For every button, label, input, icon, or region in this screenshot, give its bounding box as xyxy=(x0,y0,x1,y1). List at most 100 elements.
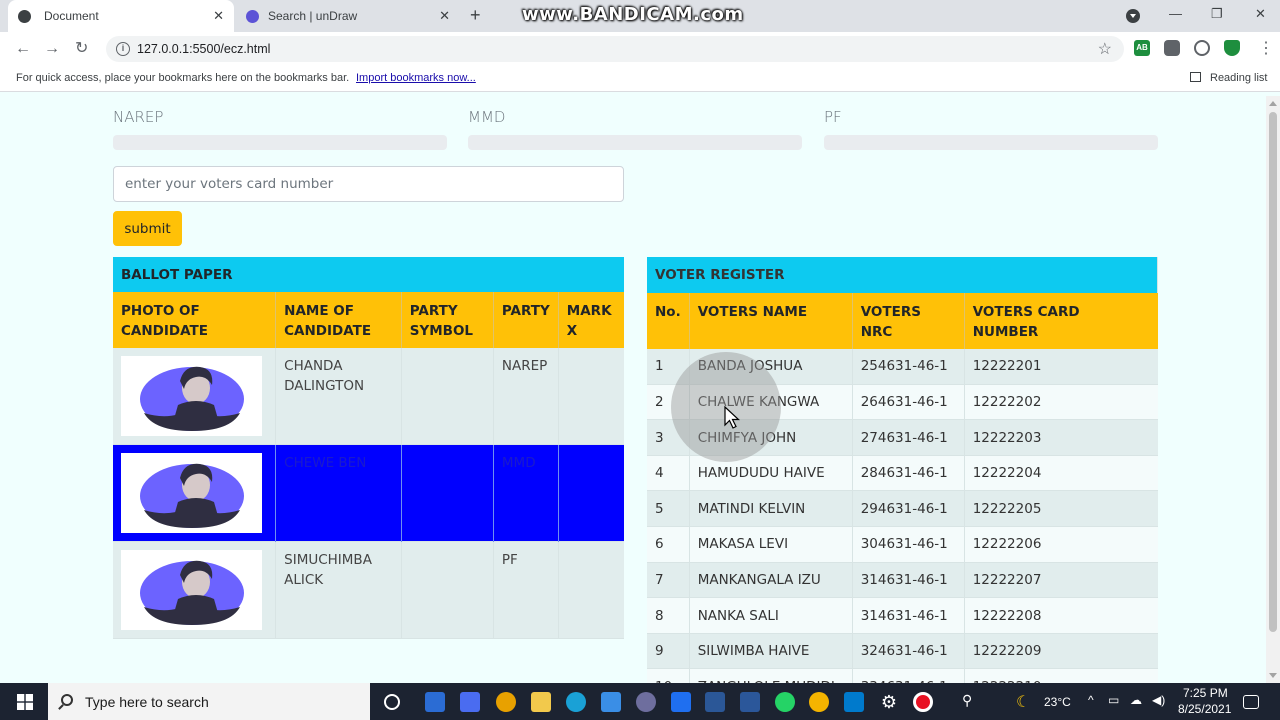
voter-nrc: 324631-46-1 xyxy=(852,633,965,669)
voter-card-number: 12222210 xyxy=(964,669,1157,683)
extensions-puzzle-icon[interactable] xyxy=(1164,40,1180,56)
voter-card-number: 12222203 xyxy=(972,429,1042,446)
voter-name: SILWIMBA HAIVE xyxy=(689,633,853,669)
menu-kebab-icon[interactable]: ⋮ xyxy=(1258,39,1274,59)
voter-card-number: 12222201 xyxy=(972,358,1042,375)
register-row: 7 MANKANGALA IZU 314631-46-1 12222207 xyxy=(647,562,1158,598)
tab-search-icon[interactable] xyxy=(1126,9,1140,23)
mark-cell[interactable] xyxy=(558,348,624,445)
adblock-extension-icon[interactable]: AB xyxy=(1134,40,1150,56)
app-icon[interactable] xyxy=(636,692,656,712)
party-tally-pf: PF xyxy=(824,108,1158,150)
new-tab-button[interactable]: + xyxy=(470,5,481,25)
scroll-thumb[interactable] xyxy=(1269,112,1277,632)
whiteboard-icon[interactable] xyxy=(425,692,445,712)
submit-button[interactable]: submit xyxy=(113,211,182,246)
edge-icon[interactable] xyxy=(566,692,586,712)
address-bar[interactable]: i 127.0.0.1:5500/ecz.html ☆ xyxy=(106,36,1124,62)
import-bookmarks-link[interactable]: Import bookmarks now... xyxy=(356,72,476,84)
windows-taskbar: Type here to search ⚙ ⚲ ☾ 23°C ^ ▭ ☁ ◀) … xyxy=(0,683,1280,720)
file-explorer-icon[interactable] xyxy=(531,692,551,712)
bookmarks-hint: For quick access, place your bookmarks h… xyxy=(16,72,350,84)
word-app-icon[interactable] xyxy=(671,692,691,712)
mark-cell[interactable] xyxy=(558,542,624,639)
temperature[interactable]: 23°C xyxy=(1044,695,1071,709)
mark-cell[interactable] xyxy=(558,445,624,542)
minimize-icon[interactable]: — xyxy=(1169,5,1182,23)
party-name: MMD xyxy=(468,108,506,126)
candidate-avatar xyxy=(121,453,262,533)
weather-moon-icon[interactable]: ☾ xyxy=(1016,692,1036,712)
header-mark: MARK X xyxy=(558,292,624,348)
page-viewport: NAREP MMD PF submit BALLOT PAPER PHOTO O… xyxy=(0,96,1266,683)
bookmark-star-icon[interactable]: ☆ xyxy=(1098,39,1112,59)
row-number: 7 xyxy=(647,562,690,598)
reload-icon[interactable]: ↻ xyxy=(75,39,88,59)
tab-undraw[interactable]: Search | unDraw ✕ xyxy=(236,0,460,32)
candidate-name: CHANDA DALINGTON xyxy=(275,348,402,445)
tab-strip: Document ✕ Search | unDraw ✕ + www.BANDI… xyxy=(0,0,1280,32)
party-tally-mmd: MMD xyxy=(468,108,802,150)
voter-name: MATINDI KELVIN xyxy=(689,490,853,527)
forward-arrow-icon[interactable]: → xyxy=(44,39,60,59)
chevron-up-icon[interactable]: ^ xyxy=(1088,693,1094,707)
clock-time[interactable]: 7:25 PM xyxy=(1183,686,1228,700)
globe-icon xyxy=(18,9,31,23)
zoom-icon[interactable] xyxy=(460,692,480,712)
volume-icon[interactable]: ◀) xyxy=(1152,693,1165,707)
scroll-up-arrow-icon[interactable] xyxy=(1269,101,1277,106)
reading-list-button[interactable]: Reading list xyxy=(1190,72,1267,84)
settings-gear-icon[interactable]: ⚙ xyxy=(879,692,899,712)
cortana-icon[interactable] xyxy=(384,694,400,710)
profile-avatar-icon[interactable] xyxy=(1194,40,1210,56)
chrome-active-icon[interactable] xyxy=(809,692,829,712)
close-window-icon[interactable]: ✕ xyxy=(1255,5,1266,23)
back-arrow-icon[interactable]: ← xyxy=(15,39,31,59)
taskbar-search-box[interactable]: Type here to search xyxy=(48,683,370,720)
scroll-down-arrow-icon[interactable] xyxy=(1269,673,1277,678)
vote-progress-bar xyxy=(824,135,1158,150)
candidate-photo-cell xyxy=(113,444,277,542)
candidate-row[interactable]: SIMUCHIMBA ALICK PF xyxy=(113,541,624,639)
register-row: 6 MAKASA LEVI 304631-46-1 12222206 xyxy=(647,526,1158,563)
tab-document[interactable]: Document ✕ xyxy=(8,0,234,32)
site-info-icon[interactable]: i xyxy=(116,42,130,56)
chrome-icon[interactable] xyxy=(496,692,516,712)
document-app-icon[interactable] xyxy=(705,692,725,712)
voter-name: MAKASA LEVI xyxy=(689,526,853,563)
vscode-icon[interactable] xyxy=(844,692,864,712)
candidate-row[interactable]: CHANDA DALINGTON NAREP xyxy=(113,348,624,445)
candidate-party: PF xyxy=(493,541,559,639)
voter-card-input[interactable] xyxy=(113,166,624,202)
shield-extension-icon[interactable] xyxy=(1224,40,1240,56)
voter-name: ZANGULOLE MUDIDI xyxy=(689,668,853,683)
record-icon[interactable] xyxy=(913,692,933,712)
notifications-icon[interactable] xyxy=(1243,695,1259,709)
restore-icon[interactable]: ❐ xyxy=(1211,5,1223,23)
voter-card-number: 12222205 xyxy=(972,500,1042,517)
undraw-favicon-icon xyxy=(246,9,259,23)
row-number: 10 xyxy=(647,668,690,683)
page-scrollbar[interactable] xyxy=(1266,96,1280,683)
register-caption: VOTER REGISTER xyxy=(647,257,1158,293)
bookmarks-bar: For quick access, place your bookmarks h… xyxy=(0,66,1280,92)
whatsapp-icon[interactable] xyxy=(775,692,795,712)
header-name: NAME OF CANDIDATE xyxy=(275,292,402,348)
network-icon[interactable]: ☁ xyxy=(1130,693,1142,707)
word-icon[interactable] xyxy=(740,692,760,712)
party-tally-narep: NAREP xyxy=(113,108,447,150)
tab-title: Search | unDraw xyxy=(268,9,358,23)
candidate-row-selected[interactable]: CHEWE BEN MMD xyxy=(113,444,624,542)
people-icon[interactable]: ⚲ xyxy=(962,692,982,712)
voter-card-number: 12222207 xyxy=(972,571,1042,588)
header-voter-name: VOTERS NAME xyxy=(689,292,853,349)
row-number: 4 xyxy=(647,455,690,491)
voter-nrc: 334631-46-1 xyxy=(852,668,965,683)
clock-date[interactable]: 8/25/2021 xyxy=(1178,702,1231,716)
voter-nrc: 314631-46-1 xyxy=(852,562,965,598)
windows-start-icon[interactable] xyxy=(17,694,33,710)
close-tab-icon[interactable]: ✕ xyxy=(213,8,224,24)
close-tab-icon[interactable]: ✕ xyxy=(439,8,450,24)
battery-icon[interactable]: ▭ xyxy=(1108,693,1119,707)
mail-icon[interactable] xyxy=(601,692,621,712)
